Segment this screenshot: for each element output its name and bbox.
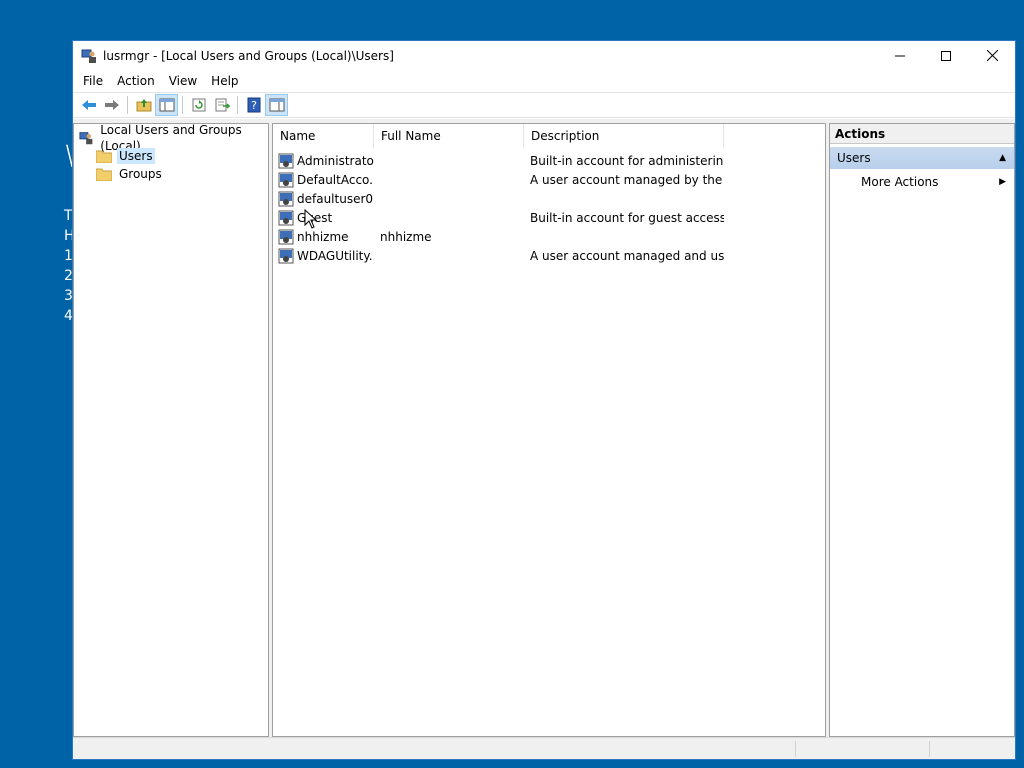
user-rows: Administrator Built-in account for admin… (273, 151, 825, 265)
menu-help[interactable]: Help (204, 70, 245, 92)
collapse-caret-icon[interactable]: ▲ (999, 147, 1006, 169)
status-separator (929, 741, 930, 757)
users-list-pane: Name Full Name Description Administrator… (272, 123, 826, 737)
table-row[interactable]: WDAGUtility... A user account managed an… (273, 246, 825, 265)
folder-icon (96, 150, 112, 163)
maximize-icon (941, 50, 951, 61)
list-header: Name Full Name Description (273, 124, 825, 148)
minimize-button[interactable] (877, 41, 923, 70)
user-icon (278, 191, 294, 206)
table-row[interactable]: nhhizme nhhizme (273, 227, 825, 246)
column-header-description[interactable]: Description (524, 124, 724, 148)
user-icon (278, 172, 294, 187)
tree-item-users[interactable]: Users (96, 147, 155, 165)
actions-title: Actions (830, 124, 1014, 144)
title-bar[interactable]: lusrmgr - [Local Users and Groups (Local… (73, 41, 1015, 70)
close-button[interactable] (969, 41, 1015, 70)
up-one-level-button[interactable] (132, 94, 155, 116)
more-actions-label: More Actions (861, 175, 939, 189)
menu-view[interactable]: View (162, 70, 204, 92)
show-hide-action-pane-icon (269, 98, 284, 112)
help-icon: ? (247, 97, 260, 113)
maximize-button[interactable] (923, 41, 969, 70)
help-button[interactable]: ? (242, 94, 265, 116)
user-description: A user account managed and use... (530, 248, 724, 263)
menu-bar: File Action View Help (73, 70, 1015, 92)
column-header-full-name[interactable]: Full Name (374, 124, 524, 148)
show-hide-action-pane-button[interactable] (265, 94, 288, 116)
toolbar-separator (237, 96, 238, 114)
tree-item-groups[interactable]: Groups (96, 165, 164, 183)
window-title: lusrmgr - [Local Users and Groups (Local… (103, 48, 394, 63)
back-arrow-icon (81, 100, 96, 110)
tree-groups-label: Groups (119, 167, 162, 181)
refresh-icon (192, 98, 205, 112)
user-description: A user account managed by the s... (530, 172, 724, 187)
tree-users-label: Users (117, 148, 155, 164)
actions-group-label: Users (837, 151, 871, 165)
minimize-icon (895, 55, 905, 56)
menu-action[interactable]: Action (110, 70, 162, 92)
user-name: DefaultAcco... (297, 172, 374, 187)
toolbar-separator (127, 96, 128, 114)
folder-icon (96, 168, 112, 181)
forward-button[interactable] (100, 94, 123, 116)
status-bar (73, 737, 1015, 759)
actions-pane: Actions Users ▲ More Actions ▶ (829, 123, 1015, 737)
column-header-name[interactable]: Name (273, 124, 374, 148)
status-separator (795, 741, 796, 757)
user-name: Administrator (297, 153, 374, 168)
up-folder-icon (136, 99, 151, 112)
lusrmgr-window: lusrmgr - [Local Users and Groups (Local… (72, 40, 1016, 760)
toolbar: ? (73, 92, 1015, 118)
show-hide-console-tree-button[interactable] (155, 94, 178, 116)
export-list-icon (215, 98, 230, 112)
refresh-button[interactable] (187, 94, 210, 116)
table-row[interactable]: Guest Built-in account for guest access … (273, 208, 825, 227)
user-icon (278, 210, 294, 225)
toolbar-separator (182, 96, 183, 114)
user-name: WDAGUtility... (297, 248, 374, 263)
submenu-arrow-icon: ▶ (999, 177, 1006, 187)
user-full-name: nhhizme (380, 229, 432, 244)
table-row[interactable]: DefaultAcco... A user account managed by… (273, 170, 825, 189)
more-actions-item[interactable]: More Actions ▶ (830, 169, 1014, 195)
user-icon (278, 248, 294, 263)
table-row[interactable]: defaultuser0 (273, 189, 825, 208)
client-area: Local Users and Groups (Local) Users Gro… (73, 119, 1015, 737)
export-list-button[interactable] (210, 94, 233, 116)
user-icon (278, 229, 294, 244)
show-hide-tree-icon (159, 98, 174, 112)
back-button[interactable] (77, 94, 100, 116)
mouse-cursor-icon (304, 209, 318, 229)
close-icon (986, 50, 998, 61)
tree-item-root[interactable]: Local Users and Groups (Local) (79, 123, 268, 153)
user-name: defaultuser0 (297, 191, 374, 206)
local-users-groups-icon (79, 132, 93, 145)
user-description: Built-in account for guest access t... (530, 210, 724, 225)
user-description: Built-in account for administering... (530, 153, 724, 168)
forward-arrow-icon (104, 100, 119, 110)
actions-group-users[interactable]: Users ▲ (830, 147, 1014, 169)
console-tree-pane: Local Users and Groups (Local) Users Gro… (73, 123, 269, 737)
menu-file[interactable]: File (76, 70, 110, 92)
user-name: nhhizme (297, 229, 349, 244)
table-row[interactable]: Administrator Built-in account for admin… (273, 151, 825, 170)
users-app-icon (81, 48, 97, 64)
user-icon (278, 153, 294, 168)
svg-text:?: ? (251, 99, 257, 112)
